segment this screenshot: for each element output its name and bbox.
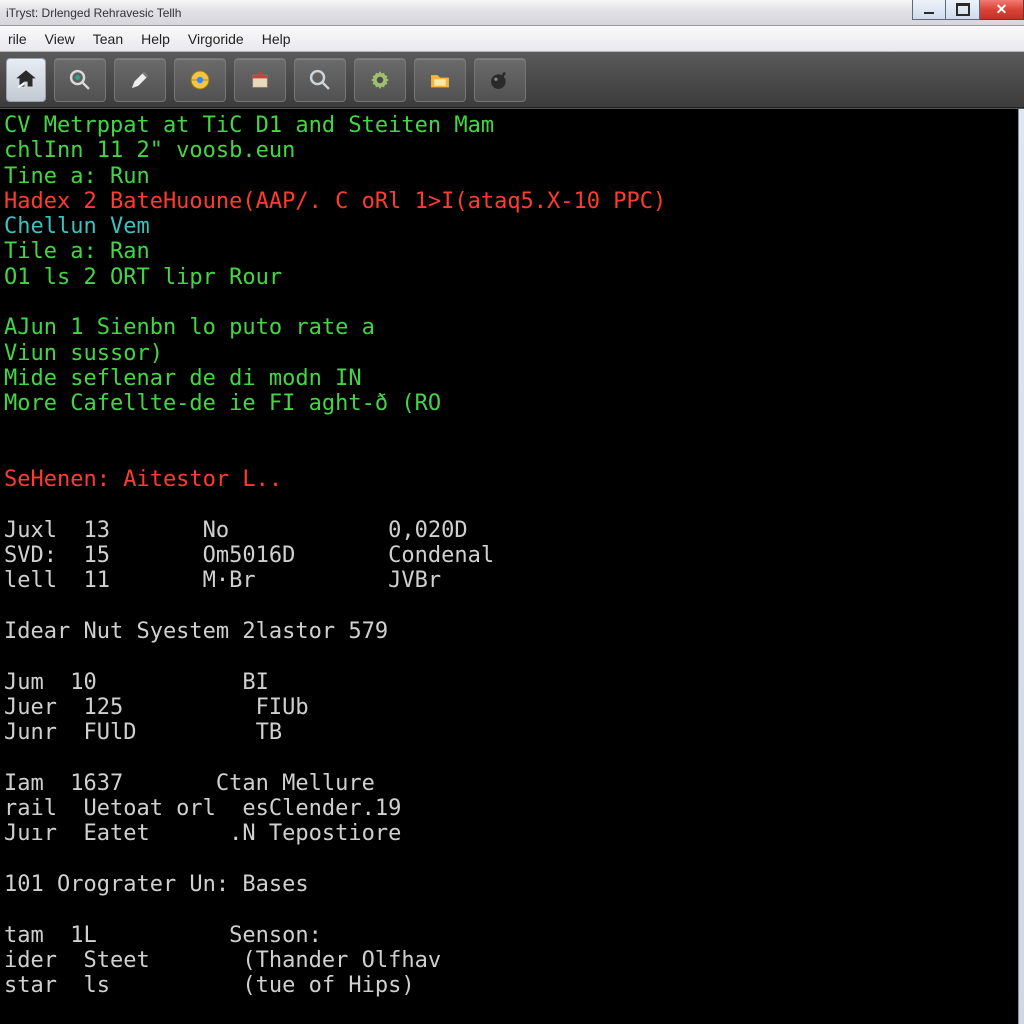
terminal-line xyxy=(4,847,1018,872)
terminal-line: lell 11 M·Br JVBr xyxy=(4,568,1018,593)
terminal-line: Idear Nut Syestem 2lastor 579 xyxy=(4,619,1018,644)
terminal-output[interactable]: CV Metrppat at TiC D1 and Steiten Mamchl… xyxy=(0,108,1024,1024)
toolbar xyxy=(0,52,1024,108)
titlebar[interactable]: iTryst: Drlenged Rehravesic Tellh ✕ xyxy=(0,0,1024,26)
terminal-line: Iam 1637 Ctan Mellure xyxy=(4,771,1018,796)
menu-virgoride[interactable]: Virgoride xyxy=(188,31,244,47)
terminal-line: CV Metrppat at TiC D1 and Steiten Mam xyxy=(4,113,1018,138)
toolbar-settings-button[interactable] xyxy=(354,58,406,102)
magnify-dot-icon xyxy=(66,66,94,94)
globe-gear-icon xyxy=(186,66,214,94)
menubar: rile View Tean Help Virgoride Help xyxy=(0,26,1024,52)
close-button[interactable]: ✕ xyxy=(980,0,1024,20)
gear-icon xyxy=(366,66,394,94)
terminal-line: Viun sussor) xyxy=(4,341,1018,366)
terminal-line xyxy=(4,417,1018,442)
maximize-button[interactable] xyxy=(946,0,980,20)
terminal-line: star ls (tue of Hips) xyxy=(4,973,1018,998)
terminal-line xyxy=(4,745,1018,770)
menu-help[interactable]: Help xyxy=(141,31,170,47)
terminal-line xyxy=(4,644,1018,669)
terminal-line: Tile a: Ran xyxy=(4,239,1018,264)
terminal-line xyxy=(4,897,1018,922)
terminal-line: Tine a: Run xyxy=(4,164,1018,189)
toolbar-find-button[interactable] xyxy=(54,58,106,102)
window-right-edge xyxy=(1018,109,1024,1024)
terminal-line: rail Uetoat orl esClender.19 xyxy=(4,796,1018,821)
terminal-line xyxy=(4,442,1018,467)
package-icon xyxy=(246,66,274,94)
bomb-icon xyxy=(486,66,514,94)
terminal-line: Juır Eatet .N Tepostiore xyxy=(4,821,1018,846)
terminal-line xyxy=(4,492,1018,517)
toolbar-home-button[interactable] xyxy=(6,58,46,102)
home-arrow-icon xyxy=(12,66,40,94)
terminal-line: tam 1L Senson: xyxy=(4,923,1018,948)
menu-file[interactable]: rile xyxy=(8,31,27,47)
toolbar-debug-button[interactable] xyxy=(474,58,526,102)
terminal-line: Jum 10 BI xyxy=(4,670,1018,695)
terminal-line: Juer 125 FIUb xyxy=(4,695,1018,720)
terminal-line: Juxl 13 No 0,020D xyxy=(4,518,1018,543)
toolbar-edit-button[interactable] xyxy=(114,58,166,102)
terminal-line: 101 Orograter Un: Bases xyxy=(4,872,1018,897)
app-window: iTryst: Drlenged Rehravesic Tellh ✕ rile… xyxy=(0,0,1024,1024)
terminal-line: SVD: 15 Om5016D Condenal xyxy=(4,543,1018,568)
pen-icon xyxy=(126,66,154,94)
window-controls: ✕ xyxy=(912,0,1024,25)
menu-help2[interactable]: Help xyxy=(262,31,291,47)
window-title: iTryst: Drlenged Rehravesic Tellh xyxy=(6,6,181,20)
minimize-button[interactable] xyxy=(912,0,946,20)
folder-icon xyxy=(426,66,454,94)
toolbar-search-button[interactable] xyxy=(294,58,346,102)
terminal-line: Mide seflenar de di modn IN xyxy=(4,366,1018,391)
terminal-line: chlInn 11 2" voosb.eun xyxy=(4,138,1018,163)
toolbar-browser-button[interactable] xyxy=(174,58,226,102)
terminal-line: Junr FUlD TB xyxy=(4,720,1018,745)
terminal-line xyxy=(4,290,1018,315)
terminal-line: More Cafellte-de ie FI aght-ð (RO xyxy=(4,391,1018,416)
terminal-line: O1 ls 2 ORT lipr Rour xyxy=(4,265,1018,290)
toolbar-package-button[interactable] xyxy=(234,58,286,102)
terminal-line: SeHenen: Aitestor L.. xyxy=(4,467,1018,492)
terminal-line: ider Steet (Thander Olfhav xyxy=(4,948,1018,973)
terminal-line: Hadex 2 BateHuoune(AAP/. C oRl 1>I(ataq5… xyxy=(4,189,1018,214)
magnify-icon xyxy=(306,66,334,94)
menu-view[interactable]: View xyxy=(45,31,75,47)
toolbar-folder-button[interactable] xyxy=(414,58,466,102)
terminal-line: Chellun Vem xyxy=(4,214,1018,239)
terminal-line: AJun 1 Sienbn lo puto rate a xyxy=(4,315,1018,340)
terminal-line xyxy=(4,594,1018,619)
menu-tean[interactable]: Tean xyxy=(93,31,123,47)
